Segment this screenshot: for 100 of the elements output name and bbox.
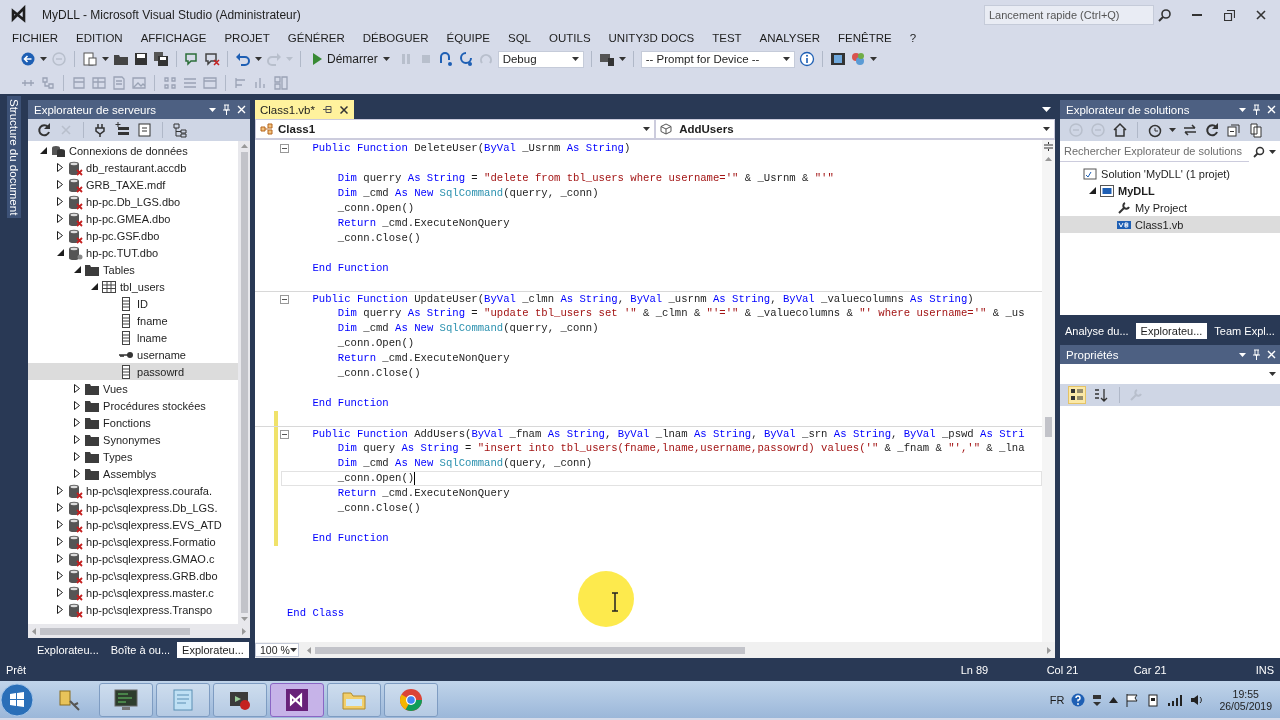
caret-icon[interactable]	[382, 57, 390, 61]
collapse-icon[interactable]	[280, 144, 289, 153]
help-icon[interactable]	[1071, 692, 1086, 707]
refresh-icon[interactable]	[36, 122, 52, 138]
menu-item[interactable]: UNITY3D DOCS	[599, 32, 704, 44]
tree-item[interactable]: Solution 'MyDLL' (1 projet)	[1060, 165, 1280, 182]
undo-icon[interactable]	[235, 51, 251, 67]
collapsed-arrow-icon[interactable]	[57, 486, 63, 495]
caret-icon[interactable]	[102, 57, 109, 61]
tree-item[interactable]: Fonctions	[28, 414, 238, 431]
dropdown-arrow-icon[interactable]	[1042, 107, 1051, 112]
menu-item[interactable]: ÉQUIPE	[437, 32, 499, 44]
collapsed-arrow-icon[interactable]	[57, 197, 63, 206]
class-dropdown[interactable]: Class1	[255, 119, 655, 139]
options-icon[interactable]	[1092, 693, 1103, 706]
tree-item[interactable]: tbl_users	[28, 278, 238, 295]
panel-tab[interactable]: Analyse du...	[1060, 323, 1134, 339]
tree-item[interactable]: Connexions de données	[28, 142, 238, 159]
tree-item[interactable]: lname	[28, 329, 238, 346]
collapsed-arrow-icon[interactable]	[57, 571, 63, 580]
scroll-up-icon[interactable]	[1045, 157, 1052, 161]
tree-item[interactable]: Synonymes	[28, 431, 238, 448]
caret-icon[interactable]	[255, 57, 262, 61]
caret-icon[interactable]	[1043, 127, 1050, 131]
show-hidden-icon[interactable]	[1109, 696, 1119, 703]
panel-tab[interactable]: Team Expl...	[1209, 323, 1280, 339]
tree-item[interactable]: My Project	[1060, 199, 1280, 216]
tree-item[interactable]: GRB_TAXE.mdf	[28, 176, 238, 193]
tree-item[interactable]: Assemblys	[28, 465, 238, 482]
tree-item[interactable]: db_restaurant.accdb	[28, 159, 238, 176]
save-all-icon[interactable]	[153, 51, 169, 67]
collapsed-arrow-icon[interactable]	[74, 384, 80, 393]
collapsed-arrow-icon[interactable]	[74, 435, 80, 444]
bubble-cross-icon[interactable]	[204, 51, 220, 67]
expanded-arrow-icon[interactable]	[73, 266, 81, 273]
collapse-all-icon[interactable]	[1226, 122, 1242, 138]
caret-icon[interactable]	[782, 57, 790, 61]
tree-item[interactable]: ID	[28, 295, 238, 312]
collapsed-arrow-icon[interactable]	[74, 452, 80, 461]
menu-item[interactable]: SQL	[499, 32, 540, 44]
quick-launch-field[interactable]: Lancement rapide (Ctrl+Q)	[984, 5, 1154, 25]
caret-icon[interactable]	[869, 57, 877, 61]
panel-tab[interactable]: Explorateu...	[1135, 323, 1208, 339]
tree-item[interactable]: Tables	[28, 261, 238, 278]
side-tab[interactable]: Structure du document	[7, 96, 21, 219]
categories-button[interactable]	[1068, 386, 1086, 404]
taskbar-button[interactable]	[99, 682, 153, 717]
panel-tab[interactable]: Explorateu...	[32, 642, 104, 658]
tree-item[interactable]: passowrd	[28, 363, 238, 380]
collapsed-arrow-icon[interactable]	[74, 469, 80, 478]
refresh-icon[interactable]	[1204, 122, 1220, 138]
collapsed-arrow-icon[interactable]	[57, 520, 63, 529]
info-icon[interactable]	[798, 51, 815, 67]
split-icon[interactable]	[1044, 142, 1053, 151]
script-icon[interactable]	[137, 122, 153, 138]
caret-icon[interactable]	[618, 57, 626, 61]
caret-icon[interactable]	[40, 57, 47, 61]
pin-icon[interactable]	[322, 105, 332, 114]
menu-item[interactable]: GÉNÉRER	[278, 32, 354, 44]
caret-icon[interactable]	[571, 57, 579, 61]
taskbar-button[interactable]	[270, 682, 324, 717]
flag-icon[interactable]	[1125, 692, 1140, 707]
scrollbar-thumb[interactable]	[1045, 417, 1052, 437]
dropdown-arrow-icon[interactable]	[1239, 352, 1246, 357]
collapsed-arrow-icon[interactable]	[57, 537, 63, 546]
tree-item[interactable]: hp-pc.Db_LGS.dbo	[28, 193, 238, 210]
menu-item[interactable]: ANALYSER	[750, 32, 830, 44]
speaker-icon[interactable]	[1190, 692, 1205, 707]
member-dropdown[interactable]: AddUsers	[655, 119, 1055, 139]
start-button[interactable]: Démarrer	[308, 49, 394, 69]
caret-icon[interactable]	[1169, 128, 1176, 132]
zoom-dropdown[interactable]: 100 %	[255, 643, 299, 657]
configuration-dropdown[interactable]: Debug	[497, 50, 584, 68]
close-icon[interactable]	[339, 105, 348, 114]
menu-item[interactable]: AFFICHAGE	[131, 32, 216, 44]
tree-item[interactable]: hp-pc\sqlexpress.Formatio	[28, 533, 238, 550]
device-icon[interactable]	[598, 51, 615, 67]
collapsed-arrow-icon[interactable]	[74, 418, 80, 427]
collapsed-arrow-icon[interactable]	[57, 588, 63, 597]
scrollbar-thumb[interactable]	[40, 627, 190, 635]
device-dropdown[interactable]: -- Prompt for Device --	[640, 50, 795, 68]
menu-item[interactable]: OUTILS	[540, 32, 600, 44]
menu-item[interactable]: PROJET	[215, 32, 279, 44]
collapsed-arrow-icon[interactable]	[57, 605, 63, 614]
step-over-icon[interactable]	[437, 51, 454, 67]
server-add-icon[interactable]	[115, 122, 131, 138]
search-icon[interactable]	[1253, 145, 1265, 158]
tree-item[interactable]: hp-pc\sqlexpress.Transpo	[28, 601, 238, 618]
panel-tab[interactable]: Explorateu...	[177, 642, 249, 658]
collapse-icon[interactable]	[280, 429, 289, 439]
expanded-arrow-icon[interactable]	[90, 283, 98, 290]
hierarchy-icon[interactable]	[172, 122, 188, 138]
menu-item[interactable]: FICHIER	[3, 32, 67, 44]
tree-item[interactable]: hp-pc\sqlexpress.GRB.dbo	[28, 567, 238, 584]
panel-tab[interactable]: Boîte à ou...	[105, 642, 176, 658]
save-icon[interactable]	[133, 51, 149, 67]
back-icon[interactable]	[20, 51, 36, 67]
tree-item[interactable]: fname	[28, 312, 238, 329]
tree-item[interactable]: hp-pc.TUT.dbo	[28, 244, 238, 261]
menu-item[interactable]: DÉBOGUER	[353, 32, 438, 44]
